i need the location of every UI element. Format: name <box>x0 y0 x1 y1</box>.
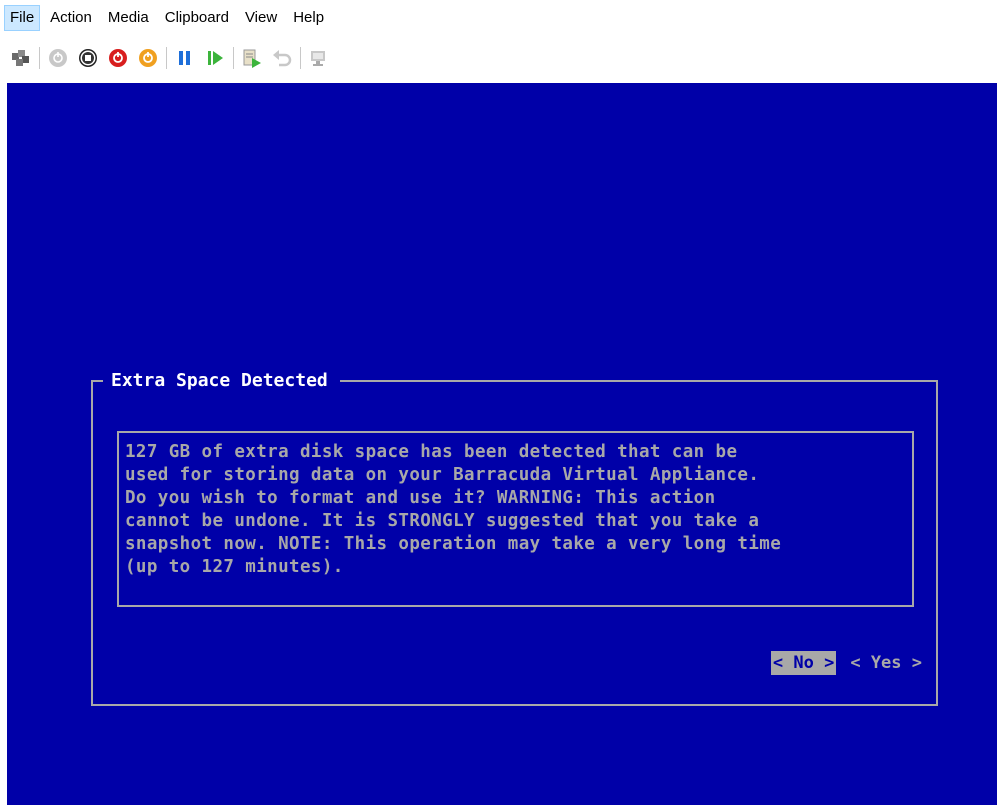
message-line: used for storing data on your Barracuda … <box>125 465 760 485</box>
reset-icon[interactable] <box>200 43 230 73</box>
menu-file[interactable]: File <box>4 5 41 31</box>
vm-console[interactable]: Extra Space Detected 127 GB of extra dis… <box>7 83 997 805</box>
pause-icon[interactable] <box>170 43 200 73</box>
menu-clipboard[interactable]: Clipboard <box>159 5 235 31</box>
ctrl-alt-del-icon[interactable] <box>6 43 36 73</box>
no-button[interactable]: < No > <box>770 651 837 675</box>
extra-space-dialog: Extra Space Detected 127 GB of extra dis… <box>91 368 938 706</box>
start-icon[interactable] <box>43 43 73 73</box>
message-line: 127 GB of extra disk space has been dete… <box>125 442 738 462</box>
revert-icon[interactable] <box>267 43 297 73</box>
yes-button[interactable]: < Yes > <box>848 651 924 675</box>
menu-help[interactable]: Help <box>287 5 330 31</box>
message-line: snapshot now. NOTE: This operation may t… <box>125 534 782 554</box>
menu-media[interactable]: Media <box>102 5 155 31</box>
dialog-title: Extra Space Detected <box>103 368 340 394</box>
menu-view[interactable]: View <box>239 5 283 31</box>
turn-off-icon[interactable] <box>73 43 103 73</box>
toolbar-separator <box>300 47 301 69</box>
shut-down-icon[interactable] <box>103 43 133 73</box>
toolbar-separator <box>39 47 40 69</box>
message-line: Do you wish to format and use it? WARNIN… <box>125 488 716 508</box>
dialog-buttons: < No > < Yes > <box>770 651 924 675</box>
menu-action[interactable]: Action <box>44 5 98 31</box>
message-line: (up to 127 minutes). <box>125 557 344 577</box>
toolbar-separator <box>233 47 234 69</box>
toolbar <box>0 36 997 80</box>
message-line: cannot be undone. It is STRONGLY suggest… <box>125 511 760 531</box>
enhanced-session-icon[interactable] <box>304 43 334 73</box>
menu-bar: File Action Media Clipboard View Help <box>0 0 997 36</box>
toolbar-separator <box>166 47 167 69</box>
message-box: 127 GB of extra disk space has been dete… <box>117 431 914 607</box>
save-icon[interactable] <box>133 43 163 73</box>
checkpoint-icon[interactable] <box>237 43 267 73</box>
